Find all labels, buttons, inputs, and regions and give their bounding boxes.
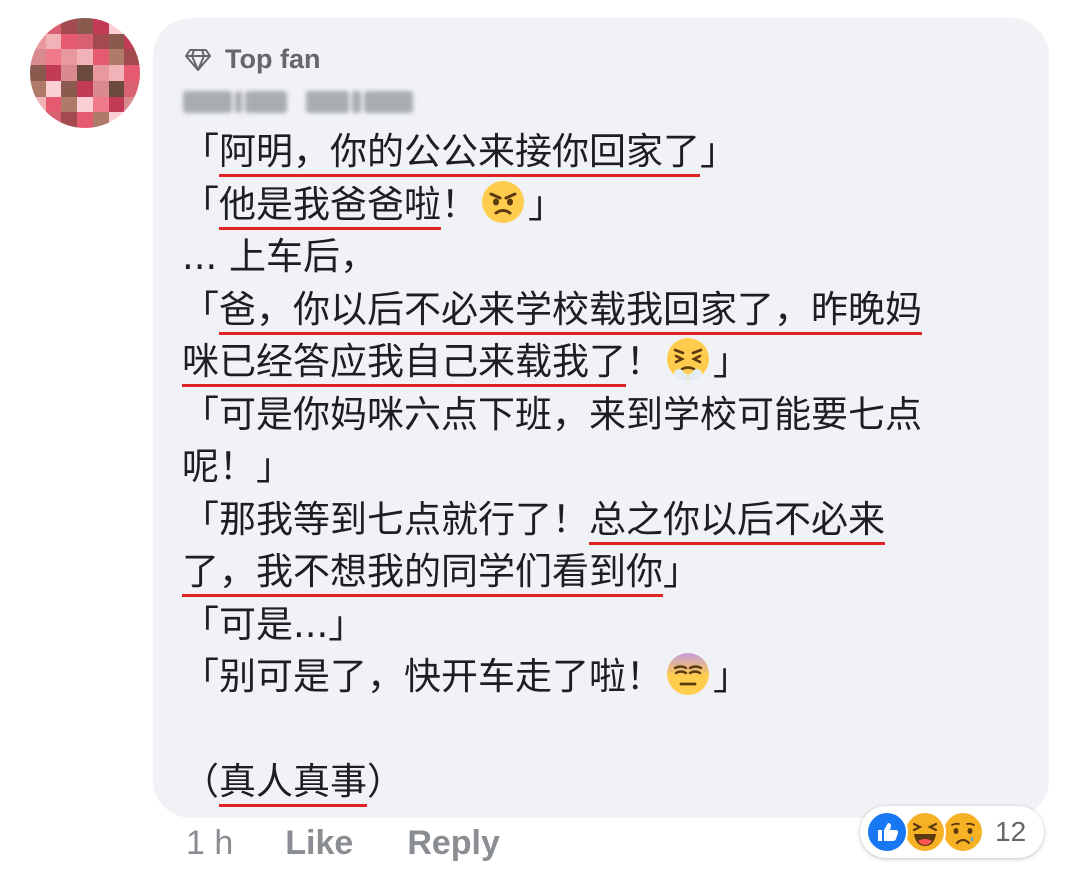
comment-text-segment: 呢！」 [182,445,293,488]
reaction-count: 12 [995,816,1027,847]
sad-icon [941,810,985,854]
comment-line: 「他是我爸爸啦！ 」 [182,179,1012,232]
angry-face-icon [482,180,524,223]
comment-line: 「那我等到七点就行了！总之你以后不必来 [182,494,1012,547]
steam-from-nose-icon [667,338,709,381]
underlined-text: 爸，你以后不必来学校载我回家了，昨晚妈 [219,287,922,335]
author-name-blurred[interactable] [183,85,413,119]
comment-text: 「阿明，你的公公来接你回家了」 「他是我爸爸啦！ 」... 上车后， 「爸，你以后不… [182,126,1012,809]
comment-line: 「别可是了，快开车走了啦！ 」 [182,651,1012,704]
comment-text-segment: 「 [182,287,219,331]
underlined-text: 他是我爸爸啦 [219,182,441,230]
face-rolling-eyes-icon [667,653,709,695]
comment-text-segment: ！ [626,340,663,383]
underlined-text: 咪已经答应我自己来载我了 [182,340,626,387]
comment-text-segment: 「可是...」 [182,602,366,646]
reactions-summary[interactable]: 12 [860,806,1044,858]
underlined-text: 总之你以后不必来 [589,497,885,545]
comment-text-segment: ... 上车后， [182,235,378,278]
comment-line: 「可是...」 [182,599,1012,652]
comment-line: 了，我不想我的同学们看到你」 [182,546,1012,599]
comment-text-segment: 」 [663,550,700,593]
comment-actions: 1 h Like Reply [186,824,500,863]
top-fan-badge: Top fan [185,44,320,75]
comment-text-segment: 」 [713,655,750,698]
diamond-icon [185,48,211,71]
underlined-text: 了，我不想我的同学们看到你 [182,550,663,597]
comment-text-segment: （ [182,760,219,803]
comment-line: 「爸，你以后不必来学校载我回家了，昨晚妈 [182,284,1012,337]
comment-text-segment: 」 [528,182,565,226]
comment-line: 呢！」 [182,441,1012,494]
comment-line: 咪已经答应我自己来载我了！ 」 [182,336,1012,389]
comment-text-segment: ） [367,760,404,803]
reply-button[interactable]: Reply [407,824,500,863]
comment-text-segment: 「别可是了，快开车走了啦！ [182,655,663,698]
avatar[interactable] [30,18,140,128]
underlined-text: 阿明，你的公公来接你回家了 [219,130,700,177]
comment-text-segment: 」 [700,130,737,173]
badge-label: Top fan [225,44,321,74]
like-button[interactable]: Like [285,824,353,863]
comment-text-segment: 「 [182,130,219,173]
comment-text-segment: ！ [441,182,478,226]
timestamp[interactable]: 1 h [186,824,233,863]
comment-line: 「可是你妈咪六点下班，来到学校可能要七点 [182,389,1012,442]
haha-icon [903,810,947,854]
comment-text-segment: 」 [713,340,750,383]
comment-text-segment: 「可是你妈咪六点下班，来到学校可能要七点 [182,392,922,436]
comment-line: 「阿明，你的公公来接你回家了」 [182,126,1012,179]
comment-line: ... 上车后， [182,231,1012,284]
comment-text-segment: 「 [182,182,219,226]
comment-line: （真人真事） [182,756,1012,809]
comment-text-segment: 「那我等到七点就行了！ [182,497,589,541]
like-icon [865,810,909,854]
underlined-text: 真人真事 [219,760,367,807]
